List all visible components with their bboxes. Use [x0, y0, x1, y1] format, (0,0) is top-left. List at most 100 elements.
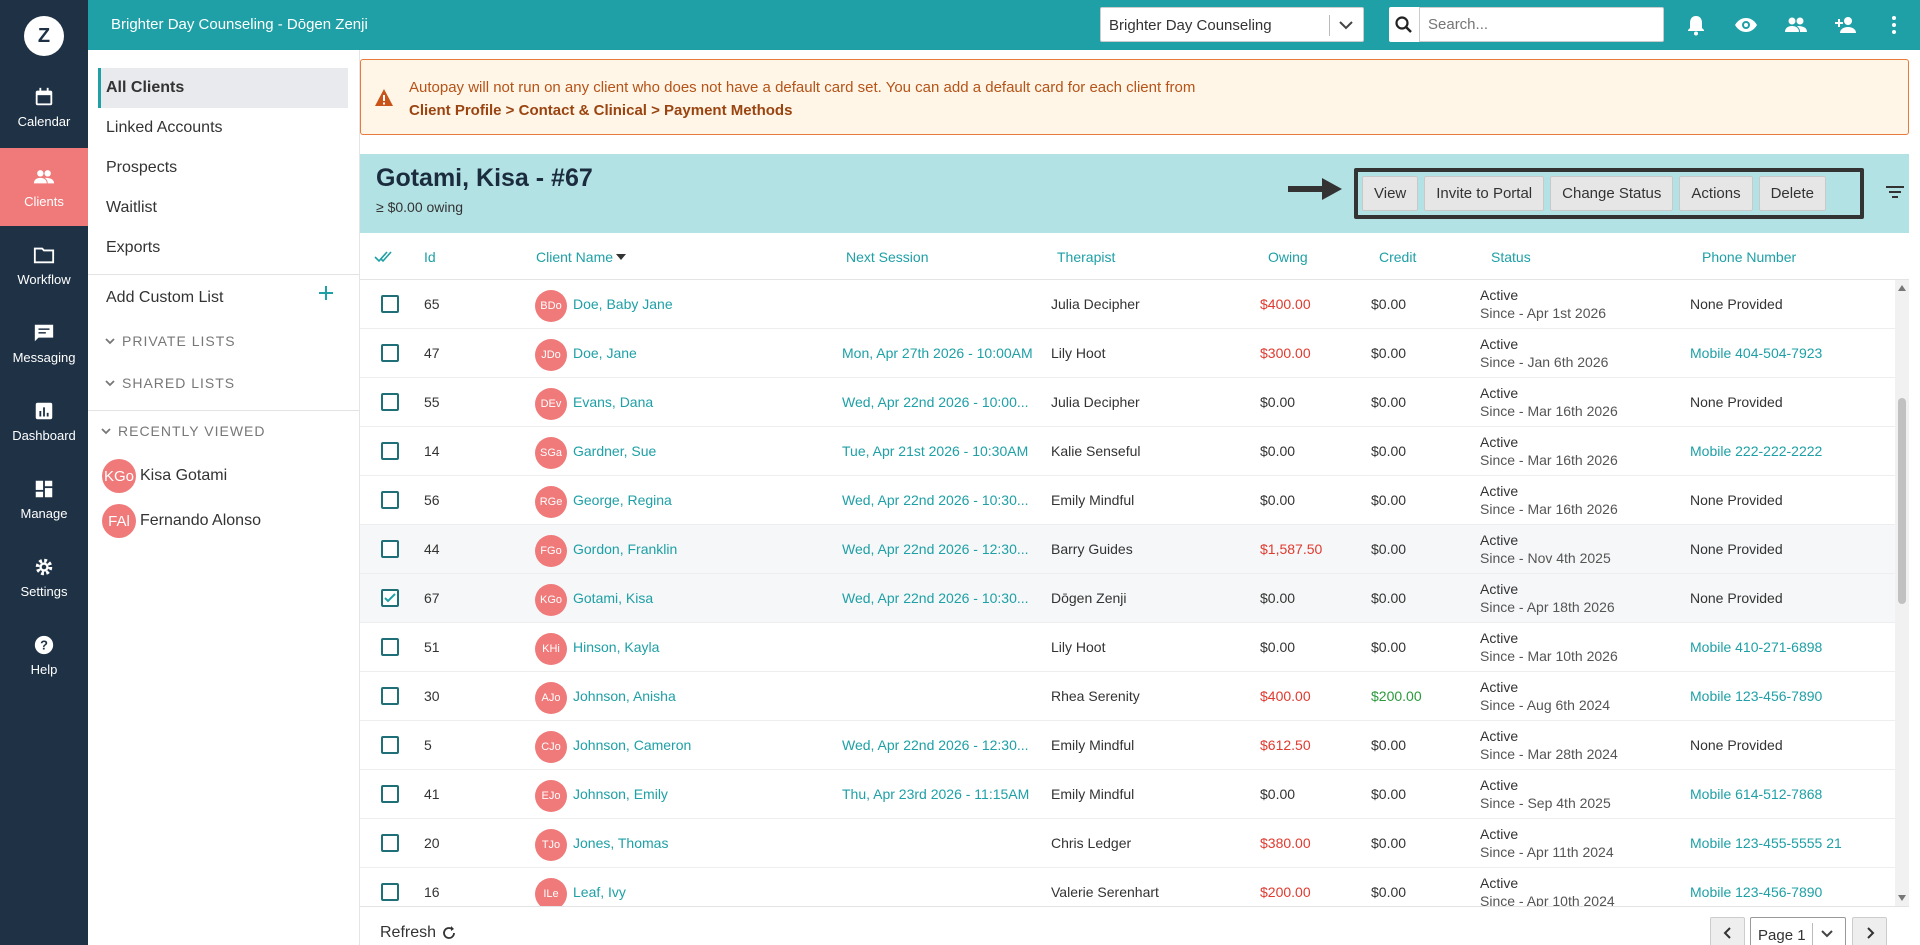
client-name-link[interactable]: Gotami, Kisa [573, 590, 653, 606]
column-header-phone[interactable]: Phone Number [1702, 249, 1796, 265]
nav-settings[interactable]: Settings [0, 538, 88, 616]
shared-lists-toggle[interactable]: SHARED LISTS [104, 375, 235, 391]
sidebar-item-waitlist[interactable]: Waitlist [98, 188, 348, 228]
row-checkbox[interactable] [381, 638, 399, 656]
next-page-button[interactable] [1852, 917, 1887, 945]
client-name-link[interactable]: Gardner, Sue [573, 443, 656, 459]
users-icon[interactable] [1784, 13, 1808, 37]
table-row[interactable]: 65 BDo Doe, Baby Jane Julia Decipher $400.00… [360, 280, 1895, 329]
row-checkbox[interactable] [381, 540, 399, 558]
recent-item[interactable]: FAl Fernando Alonso [102, 504, 261, 538]
client-name-link[interactable]: Johnson, Cameron [573, 737, 691, 753]
column-header-id[interactable]: Id [424, 249, 436, 265]
client-name-link[interactable]: Leaf, Ivy [573, 884, 626, 900]
actions-button[interactable]: Actions [1679, 176, 1753, 211]
column-header-status[interactable]: Status [1491, 249, 1531, 265]
sidebar-item-prospects[interactable]: Prospects [98, 148, 348, 188]
app-logo[interactable]: Z [24, 16, 64, 56]
next-session-link[interactable]: Tue, Apr 21st 2026 - 10:30AM [842, 443, 1028, 459]
nav-help[interactable]: ? Help [0, 616, 88, 694]
table-row[interactable]: 56 RGe George, Regina Wed, Apr 22nd 2026 - … [360, 476, 1895, 525]
scroll-up-arrow[interactable] [1898, 285, 1906, 291]
next-session-link[interactable]: Wed, Apr 22nd 2026 - 10:30... [842, 590, 1029, 606]
table-row[interactable]: 20 TJo Jones, Thomas Chris Ledger $380.00 $0.… [360, 819, 1895, 868]
next-session-link[interactable]: Mon, Apr 27th 2026 - 10:00AM [842, 345, 1033, 361]
change-status-button[interactable]: Change Status [1550, 176, 1674, 211]
nav-calendar[interactable]: Calendar [0, 68, 88, 146]
payment-methods-link[interactable]: Client Profile > Contact & Clinical > Pa… [409, 102, 792, 119]
table-row[interactable]: 30 AJo Johnson, Anisha Rhea Serenity $400.00… [360, 672, 1895, 721]
search-button[interactable] [1389, 7, 1419, 42]
row-checkbox[interactable] [381, 393, 399, 411]
table-row[interactable]: 51 KHi Hinson, Kayla Lily Hoot $0.00 $0.00 Act… [360, 623, 1895, 672]
row-checkbox[interactable] [381, 442, 399, 460]
client-name-link[interactable]: Doe, Jane [573, 345, 637, 361]
row-checkbox[interactable] [381, 687, 399, 705]
nav-manage[interactable]: Manage [0, 460, 88, 538]
nav-workflow[interactable]: Workflow [0, 226, 88, 304]
next-session-link[interactable]: Wed, Apr 22nd 2026 - 12:30... [842, 541, 1029, 557]
prev-page-button[interactable] [1710, 917, 1745, 945]
delete-button[interactable]: Delete [1758, 176, 1826, 211]
add-custom-list[interactable]: Add Custom List [98, 278, 348, 318]
table-row[interactable]: 5 CJo Johnson, Cameron Wed, Apr 22nd 2026 -… [360, 721, 1895, 770]
filter-icon[interactable] [1884, 182, 1906, 202]
select-all-check-icon[interactable] [374, 250, 392, 264]
client-name-link[interactable]: Johnson, Emily [573, 786, 668, 802]
column-header-next-session[interactable]: Next Session [846, 249, 928, 265]
view-button[interactable]: View [1362, 176, 1419, 211]
column-header-client-name[interactable]: Client Name [536, 249, 613, 265]
recently-viewed-toggle[interactable]: RECENTLY VIEWED [100, 423, 266, 439]
nav-dashboard[interactable]: Dashboard [0, 382, 88, 460]
client-name-link[interactable]: Evans, Dana [573, 394, 653, 410]
scroll-thumb[interactable] [1898, 398, 1906, 604]
client-name-link[interactable]: Hinson, Kayla [573, 639, 659, 655]
table-row[interactable]: 44 FGo Gordon, Franklin Wed, Apr 22nd 2026 … [360, 525, 1895, 574]
next-session-link[interactable]: Wed, Apr 22nd 2026 - 10:00... [842, 394, 1029, 410]
client-name-link[interactable]: Doe, Baby Jane [573, 296, 673, 312]
table-row[interactable]: 67 KGo Gotami, Kisa Wed, Apr 22nd 2026 - 10… [360, 574, 1895, 623]
nav-messaging[interactable]: Messaging [0, 304, 88, 382]
cell-phone[interactable]: Mobile 410-271-6898 [1690, 639, 1822, 655]
row-checkbox[interactable] [381, 883, 399, 901]
sidebar-item-exports[interactable]: Exports [98, 228, 348, 268]
bell-icon[interactable] [1684, 13, 1708, 37]
refresh-button[interactable]: Refresh [380, 924, 456, 942]
table-scrollbar[interactable] [1895, 280, 1909, 906]
more-vertical-icon[interactable] [1882, 13, 1906, 37]
client-name-link[interactable]: Johnson, Anisha [573, 688, 676, 704]
add-user-icon[interactable] [1834, 13, 1858, 37]
page-select[interactable]: Page 1 [1750, 917, 1846, 945]
cell-phone[interactable]: Mobile 123-455-5555 21 [1690, 835, 1842, 851]
sidebar-item-all-clients[interactable]: All Clients [98, 68, 348, 108]
column-header-owing[interactable]: Owing [1268, 249, 1308, 265]
column-header-therapist[interactable]: Therapist [1057, 249, 1115, 265]
next-session-link[interactable]: Thu, Apr 23rd 2026 - 11:15AM [842, 786, 1029, 802]
table-row[interactable]: 47 JDo Doe, Jane Mon, Apr 27th 2026 - 10:00… [360, 329, 1895, 378]
invite-portal-button[interactable]: Invite to Portal [1424, 176, 1545, 211]
row-checkbox[interactable] [381, 344, 399, 362]
row-checkbox[interactable] [381, 834, 399, 852]
plus-icon[interactable] [318, 285, 334, 301]
recent-item[interactable]: KGo Kisa Gotami [102, 459, 227, 493]
table-row[interactable]: 16 ILe Leaf, Ivy Valerie Serenhart $200.00 $0… [360, 868, 1895, 906]
row-checkbox[interactable] [381, 295, 399, 313]
client-name-link[interactable]: Jones, Thomas [573, 835, 668, 851]
scroll-down-arrow[interactable] [1898, 895, 1906, 901]
client-name-link[interactable]: Gordon, Franklin [573, 541, 677, 557]
next-session-link[interactable]: Wed, Apr 22nd 2026 - 10:30... [842, 492, 1029, 508]
cell-phone[interactable]: Mobile 123-456-7890 [1690, 688, 1822, 704]
row-checkbox[interactable] [381, 785, 399, 803]
sort-desc-icon[interactable] [616, 254, 626, 260]
nav-clients[interactable]: Clients [0, 148, 88, 226]
sidebar-item-linked-accounts[interactable]: Linked Accounts [98, 108, 348, 148]
table-row[interactable]: 55 DEv Evans, Dana Wed, Apr 22nd 2026 - 10:… [360, 378, 1895, 427]
next-session-link[interactable]: Wed, Apr 22nd 2026 - 12:30... [842, 737, 1029, 753]
cell-phone[interactable]: Mobile 222-222-2222 [1690, 443, 1822, 459]
practice-select[interactable]: Brighter Day Counseling [1100, 7, 1364, 42]
search-input[interactable] [1419, 7, 1664, 42]
eye-icon[interactable] [1734, 13, 1758, 37]
cell-phone[interactable]: Mobile 404-504-7923 [1690, 345, 1822, 361]
table-row[interactable]: 14 SGa Gardner, Sue Tue, Apr 21st 2026 - 10… [360, 427, 1895, 476]
row-checkbox[interactable] [381, 589, 399, 607]
